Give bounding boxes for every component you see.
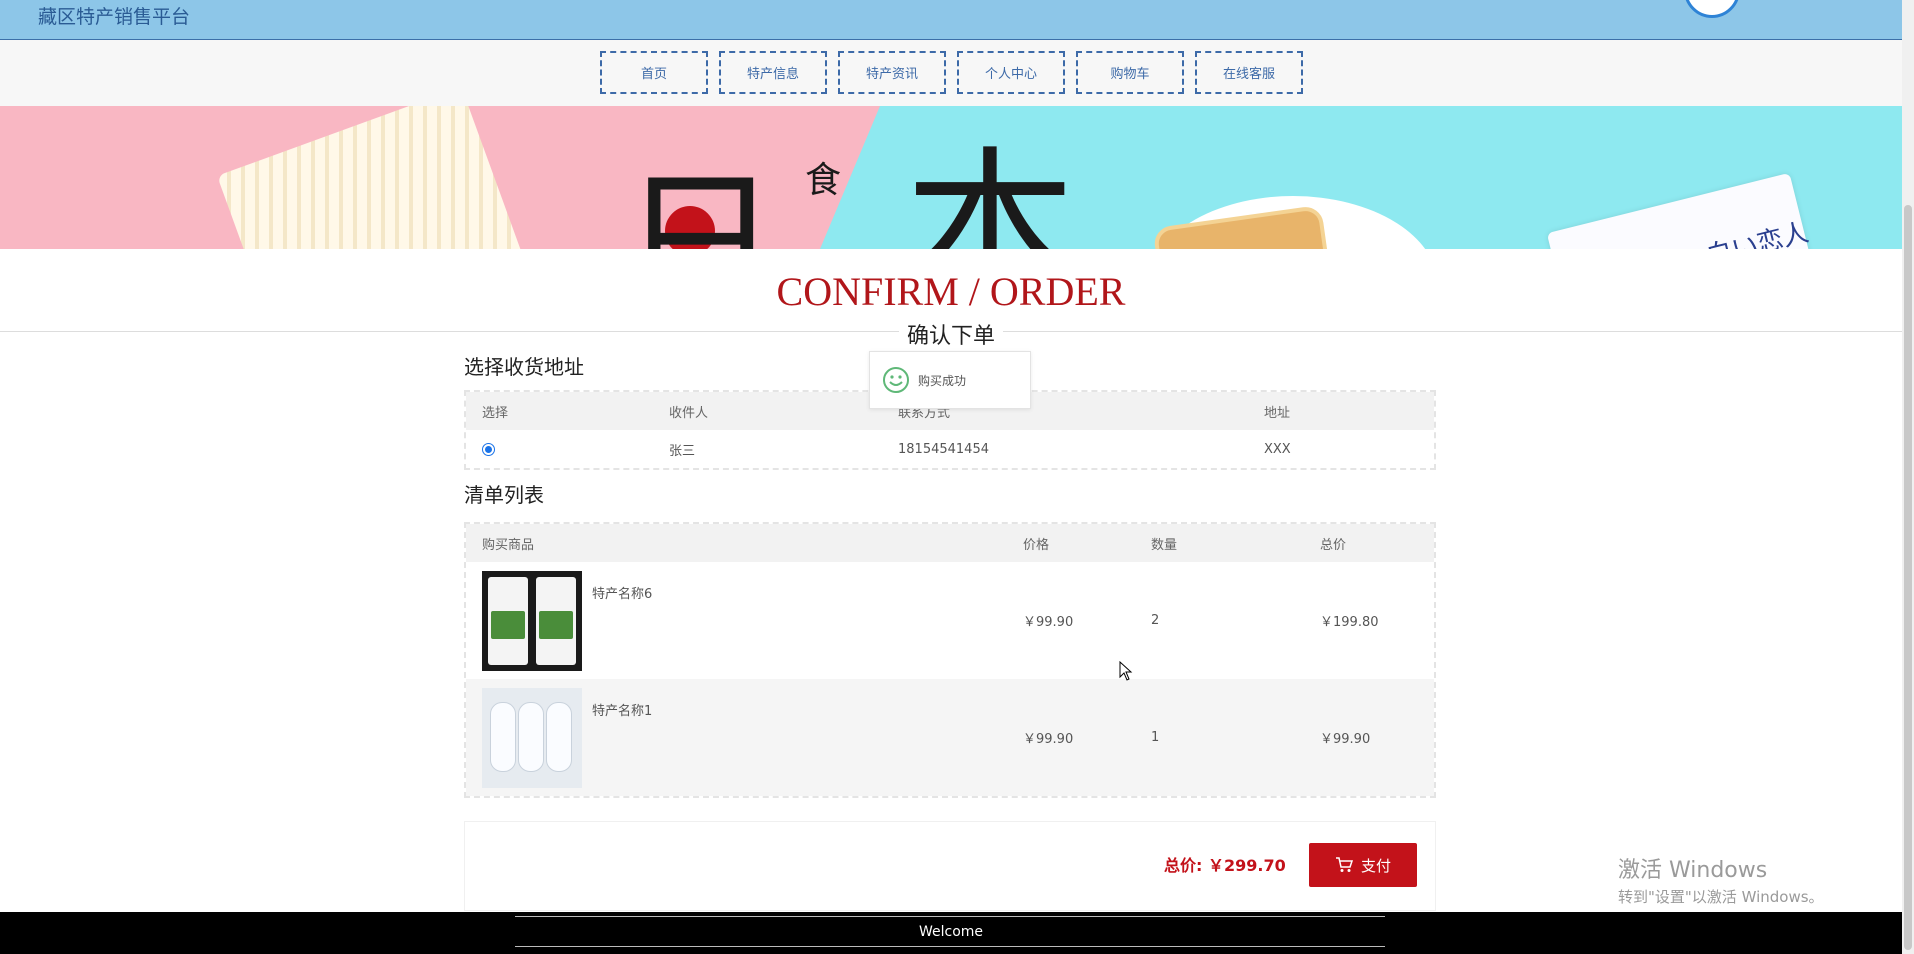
order-total: 总价: ￥299.70 (1164, 856, 1286, 875)
footer-text: Welcome (918, 924, 984, 940)
product-price: ￥99.90 (1007, 562, 1135, 679)
address-phone: 18154541454 (882, 430, 1248, 468)
site-title[interactable]: 藏区特产销售平台 (38, 2, 190, 29)
col-address: 地址 (1248, 392, 1434, 430)
product: 特产名称1 (482, 687, 1007, 788)
address-radio[interactable] (482, 442, 495, 456)
product-image[interactable] (482, 687, 582, 788)
nav-item-personal-center[interactable]: 个人中心 (957, 51, 1065, 94)
items-section-title: 清单列表 (464, 483, 544, 507)
banner-kanji-3: 本 (905, 132, 1076, 249)
col-total: 总价 (1304, 524, 1434, 562)
pay-button[interactable]: 支付 (1309, 843, 1417, 887)
smile-icon (883, 367, 909, 393)
product-name[interactable]: 特产名称6 (592, 583, 652, 602)
product-name[interactable]: 特产名称1 (592, 700, 652, 719)
product-price: ￥99.90 (1007, 679, 1135, 796)
footer-divider (515, 946, 1385, 947)
table-row[interactable]: 特产名称6 ￥99.90 2 ￥199.80 (466, 562, 1434, 679)
nav-item-home[interactable]: 首页 (600, 51, 708, 94)
product-image[interactable] (482, 570, 582, 671)
items-table: 购买商品 价格 数量 总价 特产名称6 ￥99.90 2 ￥199.80 特产名… (464, 522, 1436, 798)
address-row[interactable]: 张三 18154541454 XXX (466, 430, 1434, 468)
col-select: 选择 (466, 392, 653, 430)
nav-bar: 首页 特产信息 特产资讯 个人中心 购物车 在线客服 (0, 40, 1902, 106)
banner-kanji-1: 日 (620, 152, 781, 250)
windows-activation-watermark: 激活 Windows 转到"设置"以激活 Windows。 (1618, 852, 1824, 907)
watermark-line1: 激活 Windows (1618, 858, 1768, 883)
top-header: 藏区特产销售平台 (0, 0, 1902, 40)
product-cell: 特产名称6 (466, 562, 1007, 679)
col-product: 购买商品 (466, 524, 1007, 562)
banner-kanji-2: 食 (805, 160, 842, 201)
page-title-cn: 确认下单 (898, 324, 1003, 349)
banner-image: 日 食 本 白い恋人 (0, 106, 1902, 249)
avatar[interactable] (1684, 0, 1740, 18)
product-total: ￥99.90 (1304, 679, 1434, 796)
address-recipient: 张三 (653, 430, 882, 468)
col-price: 价格 (1007, 524, 1135, 562)
items-header-row: 购买商品 价格 数量 总价 (466, 524, 1434, 562)
product: 特产名称6 (482, 570, 1007, 671)
nav-item-cart[interactable]: 购物车 (1076, 51, 1184, 94)
page-title-en: CONFIRM / ORDER (776, 269, 1126, 314)
nav-list: 首页 特产信息 特产资讯 个人中心 购物车 在线客服 (600, 51, 1303, 94)
toast-message: 购买成功 (918, 373, 967, 388)
footer: Welcome (0, 912, 1902, 954)
col-qty: 数量 (1135, 524, 1304, 562)
product-cell: 特产名称1 (466, 679, 1007, 796)
nav-item-online-service[interactable]: 在线客服 (1195, 51, 1303, 94)
nav-item-specialty-info[interactable]: 特产信息 (719, 51, 827, 94)
watermark-line2: 转到"设置"以激活 Windows。 (1618, 888, 1824, 906)
pay-button-label: 支付 (1360, 856, 1391, 875)
items-section: 清单列表 购买商品 价格 数量 总价 特产名称6 ￥99.90 2 ￥199.8… (464, 479, 1436, 798)
product-qty: 1 (1135, 679, 1304, 796)
table-row[interactable]: 特产名称1 ￥99.90 1 ￥99.90 (466, 679, 1434, 796)
success-toast: 购买成功 (869, 351, 1031, 409)
footer-divider (515, 916, 1385, 917)
product-qty: 2 (1135, 562, 1304, 679)
address-detail: XXX (1248, 430, 1434, 468)
mouse-cursor-icon (1119, 661, 1133, 681)
cart-icon (1335, 857, 1353, 872)
product-total: ￥199.80 (1304, 562, 1434, 679)
page: 藏区特产销售平台 首页 特产信息 特产资讯 个人中心 购物车 在线客服 日 食 … (0, 0, 1914, 954)
col-recipient: 收件人 (653, 392, 882, 430)
address-select-cell (466, 430, 653, 468)
order-summary: 总价: ￥299.70 支付 (464, 821, 1436, 911)
banner-noodles (217, 106, 523, 249)
page-title-cn-wrap: 确认下单 (0, 318, 1902, 350)
nav-item-specialty-news[interactable]: 特产资讯 (838, 51, 946, 94)
scrollbar-thumb[interactable] (1904, 205, 1912, 950)
